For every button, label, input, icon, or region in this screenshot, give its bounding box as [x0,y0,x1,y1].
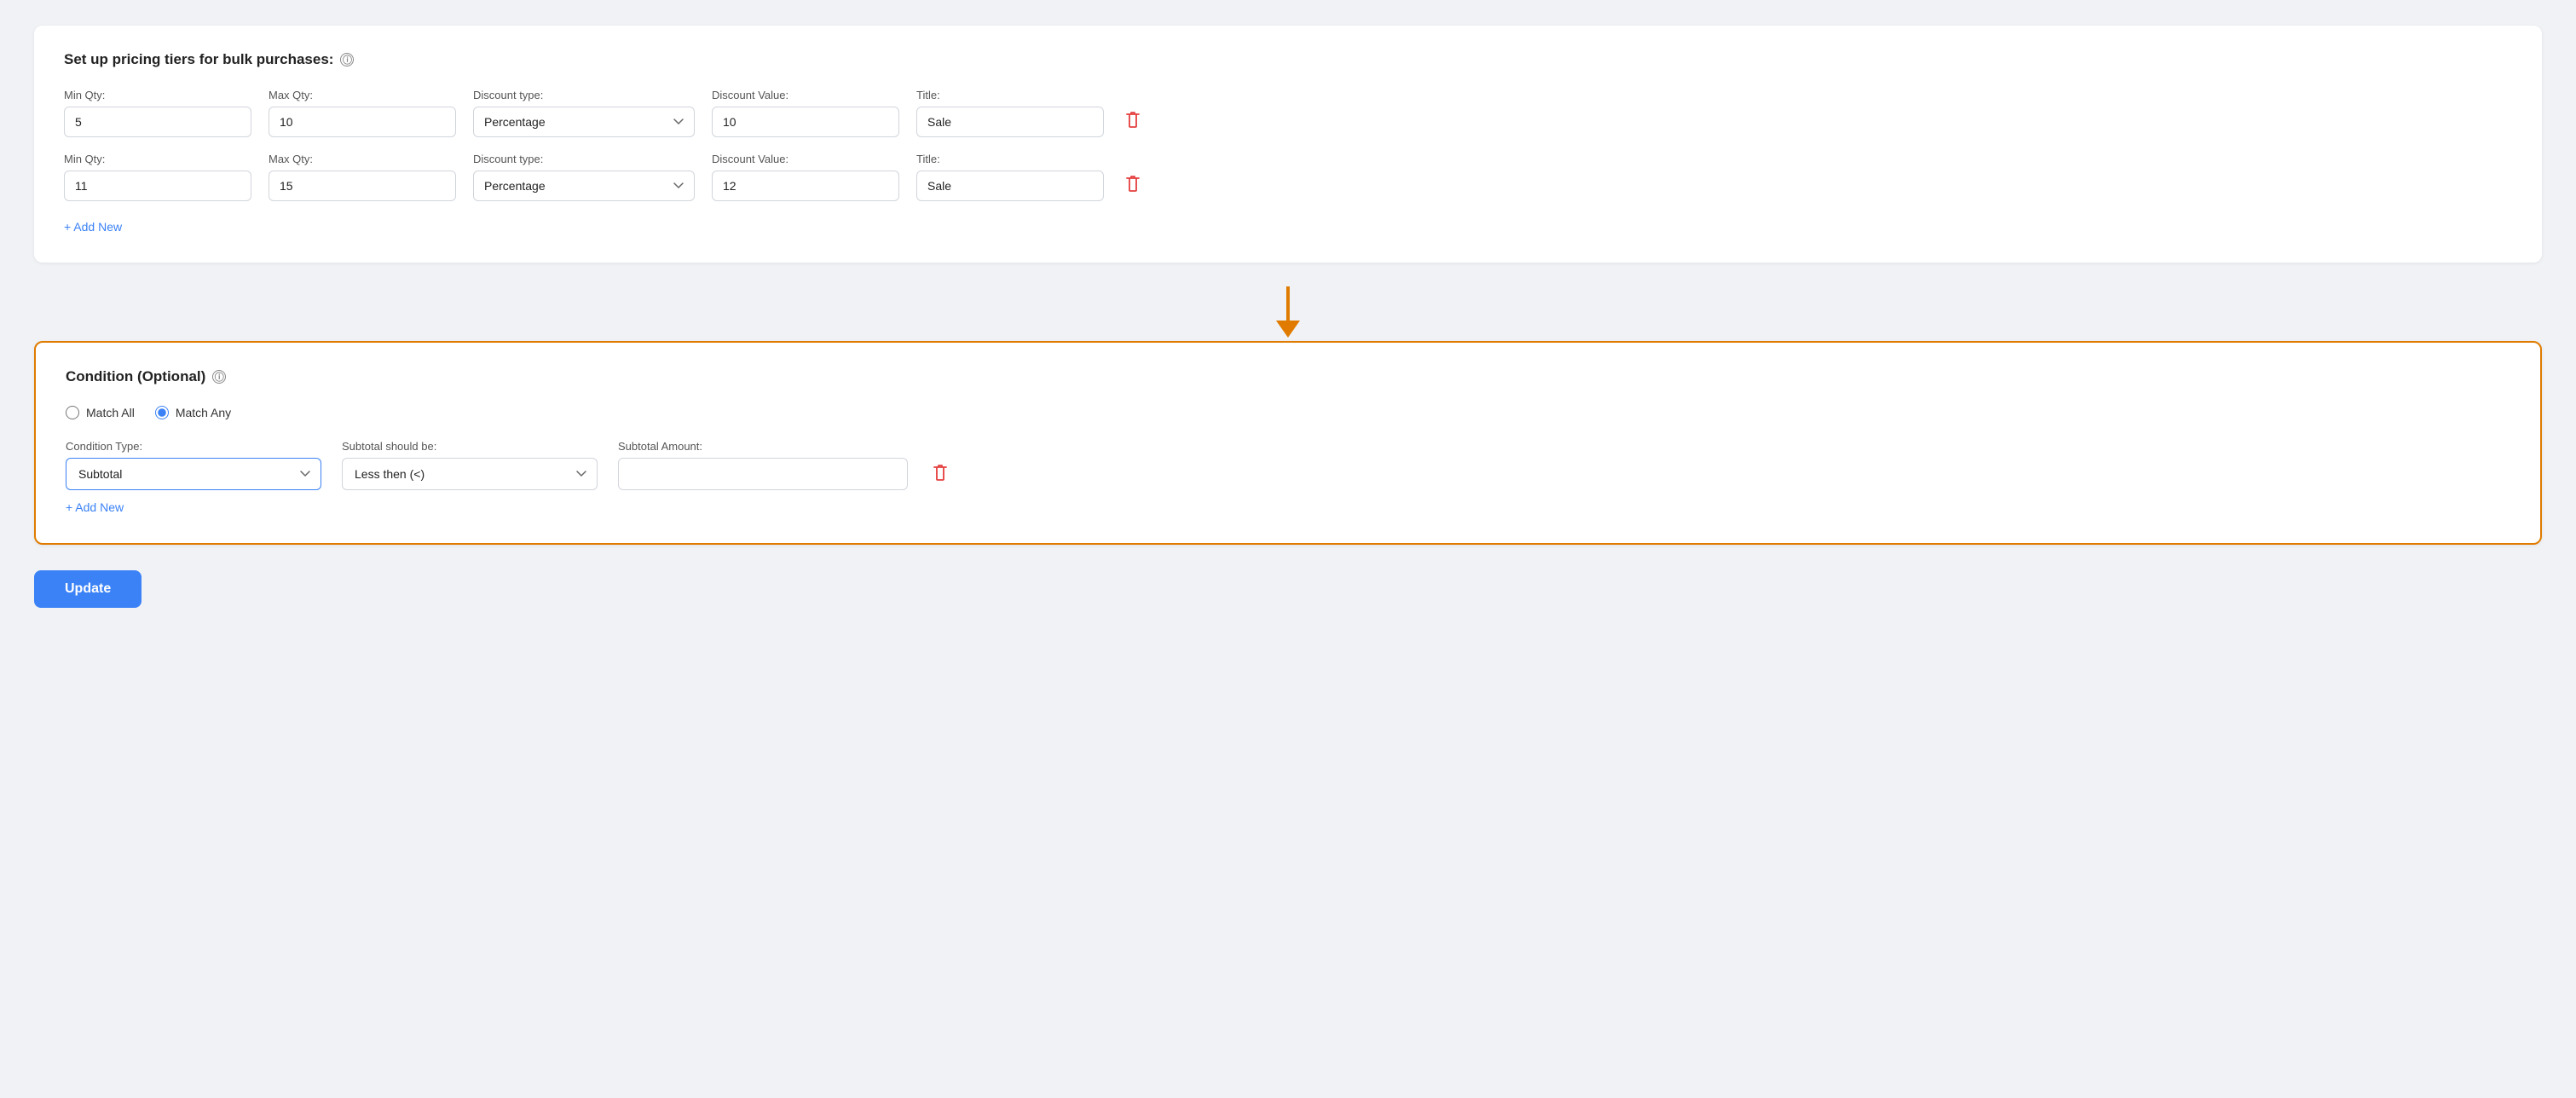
title-group-2: Title: [916,153,1104,201]
subtotal-amount-label: Subtotal Amount: [618,440,908,453]
max-qty-input-1[interactable] [269,107,456,137]
subtotal-should-be-group: Subtotal should be: Less then (<) Greate… [342,440,598,490]
min-qty-group-2: Min Qty: [64,153,251,201]
min-qty-label-2: Min Qty: [64,153,251,165]
discount-value-input-1[interactable] [712,107,899,137]
match-any-radio[interactable] [155,406,169,419]
title-group-1: Title: [916,89,1104,137]
discount-type-select-1[interactable]: Percentage Fixed [473,107,695,137]
pricing-info-icon[interactable]: ⓘ [340,53,354,66]
match-any-radio-label[interactable]: Match Any [155,406,231,419]
condition-add-new-label: + Add New [66,500,124,514]
pricing-tiers-title: Set up pricing tiers for bulk purchases:… [64,51,2512,68]
discount-value-label-1: Discount Value: [712,89,899,101]
condition-type-group: Condition Type: Subtotal Quantity Produc… [66,440,321,490]
title-input-1[interactable] [916,107,1104,137]
condition-info-icon[interactable]: ⓘ [212,370,226,384]
arrow-shaft [1286,286,1290,321]
max-qty-label-1: Max Qty: [269,89,456,101]
min-qty-label-1: Min Qty: [64,89,251,101]
subtotal-should-be-select[interactable]: Less then (<) Greater then (>) Equal to … [342,458,598,490]
title-label-2: Title: [916,153,1104,165]
min-qty-input-2[interactable] [64,170,251,201]
arrow-head [1276,321,1300,338]
condition-add-new-button[interactable]: + Add New [66,497,124,517]
discount-type-group-2: Discount type: Percentage Fixed [473,153,695,201]
subtotal-should-be-label: Subtotal should be: [342,440,598,453]
condition-type-label: Condition Type: [66,440,321,453]
max-qty-label-2: Max Qty: [269,153,456,165]
update-button[interactable]: Update [34,570,142,608]
min-qty-input-1[interactable] [64,107,251,137]
discount-type-group-1: Discount type: Percentage Fixed [473,89,695,137]
pricing-row-2: Min Qty: Max Qty: Discount type: Percent… [64,153,2512,201]
match-radio-group: Match All Match Any [66,406,2510,419]
match-all-label: Match All [86,406,135,419]
condition-card: Condition (Optional) ⓘ Match All Match A… [34,341,2542,545]
match-any-label: Match Any [176,406,231,419]
max-qty-input-2[interactable] [269,170,456,201]
condition-type-select[interactable]: Subtotal Quantity Product [66,458,321,490]
title-label-1: Title: [916,89,1104,101]
subtotal-amount-group: Subtotal Amount: [618,440,908,490]
delete-row-2-button[interactable] [1121,167,1145,199]
max-qty-group-1: Max Qty: [269,89,456,137]
discount-type-select-2[interactable]: Percentage Fixed [473,170,695,201]
discount-value-group-2: Discount Value: [712,153,899,201]
condition-title: Condition (Optional) ⓘ [66,368,2510,385]
min-qty-group-1: Min Qty: [64,89,251,137]
pricing-title-text: Set up pricing tiers for bulk purchases: [64,51,333,68]
arrow-container [34,280,2542,341]
discount-value-input-2[interactable] [712,170,899,201]
delete-row-1-button[interactable] [1121,103,1145,136]
delete-condition-button[interactable] [928,456,952,488]
condition-row: Condition Type: Subtotal Quantity Produc… [66,440,2510,490]
update-button-label: Update [65,581,111,596]
pricing-add-new-label: + Add New [64,220,122,234]
discount-value-group-1: Discount Value: [712,89,899,137]
subtotal-amount-input[interactable] [618,458,908,490]
discount-type-label-2: Discount type: [473,153,695,165]
condition-title-text: Condition (Optional) [66,368,205,385]
match-all-radio[interactable] [66,406,79,419]
discount-value-label-2: Discount Value: [712,153,899,165]
discount-type-label-1: Discount type: [473,89,695,101]
match-all-radio-label[interactable]: Match All [66,406,135,419]
max-qty-group-2: Max Qty: [269,153,456,201]
pricing-row-1: Min Qty: Max Qty: Discount type: Percent… [64,89,2512,137]
pricing-add-new-button[interactable]: + Add New [64,217,122,237]
down-arrow [1276,286,1300,338]
pricing-tiers-card: Set up pricing tiers for bulk purchases:… [34,26,2542,263]
title-input-2[interactable] [916,170,1104,201]
